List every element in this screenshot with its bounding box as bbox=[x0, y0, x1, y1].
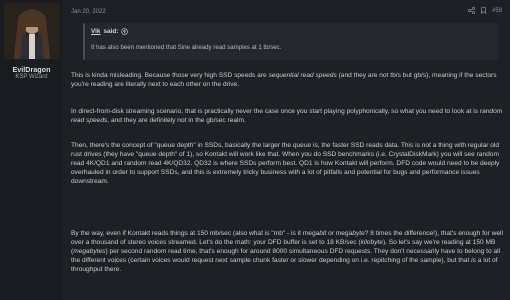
p1-emphasis: sequential read speeds bbox=[268, 72, 337, 79]
quote-text: It has also been mentioned that Sine alr… bbox=[91, 44, 282, 51]
forum-post: EvilDragon KSP Wizard Jan 20, 2022 #59 V… bbox=[0, 0, 510, 300]
post-date[interactable]: Jan 20, 2022 bbox=[71, 9, 106, 15]
p2-text-b: , and they are definitely not in the gb/… bbox=[107, 117, 246, 124]
arrow-up-circle-icon[interactable] bbox=[121, 28, 129, 35]
p4-emphasis-3: kilobyte bbox=[360, 239, 383, 246]
p4-text-b: or mega bbox=[326, 230, 353, 237]
paragraph-1: This is kinda misleading. Because those … bbox=[71, 71, 503, 89]
paragraph-2: In direct-from-disk streaming scenario, … bbox=[71, 107, 503, 125]
quote-block: Vik said: It has also been mentioned tha… bbox=[83, 23, 498, 60]
p4-text-a: By the way, even if Kontakt reads things… bbox=[71, 230, 320, 237]
user-title: KSP Wizard bbox=[15, 74, 48, 80]
p4-emphasis-2: byte bbox=[352, 230, 365, 237]
avatar-image bbox=[4, 3, 60, 59]
p1-text-a: This is kinda misleading. Because those … bbox=[71, 72, 269, 79]
share-icon[interactable] bbox=[467, 7, 475, 14]
p4-emphasis-4: megabytes bbox=[73, 248, 106, 255]
p4-text-e: ) per second random read time, that's en… bbox=[71, 248, 501, 264]
avatar[interactable] bbox=[4, 3, 60, 59]
quote-said: said: bbox=[103, 28, 119, 35]
quote-author[interactable]: Vik bbox=[91, 28, 100, 35]
paragraph-3: Then, there's the concept of "queue dept… bbox=[71, 142, 500, 185]
post-number[interactable]: #59 bbox=[492, 8, 502, 14]
user-panel: EvilDragon KSP Wizard bbox=[0, 0, 63, 300]
post-tools: #59 bbox=[467, 7, 502, 14]
post-main: Jan 20, 2022 #59 Vik said: It has also b… bbox=[63, 0, 510, 300]
username[interactable]: EvilDragon bbox=[0, 65, 63, 74]
quote-header[interactable]: Vik said: bbox=[91, 28, 129, 35]
paragraph-4: By the way, even if Kontakt reads things… bbox=[71, 229, 503, 274]
p2-text-a: In direct-from-disk streaming scenario, … bbox=[71, 108, 480, 115]
bookmark-icon[interactable] bbox=[480, 7, 487, 14]
